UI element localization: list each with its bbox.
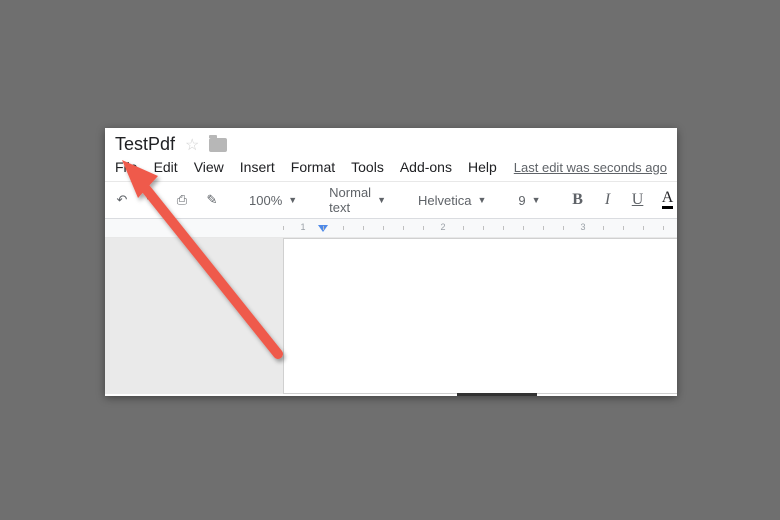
chevron-down-icon: ▼ — [477, 195, 486, 205]
zoom-select[interactable]: 100% ▼ — [241, 186, 305, 214]
ruler-minor-tick — [363, 226, 364, 230]
ruler-minor-tick — [483, 226, 484, 230]
font-size-value: 9 — [518, 193, 525, 208]
ruler-minor-tick — [423, 226, 424, 230]
ruler[interactable]: 1 2 3 — [105, 219, 677, 238]
font-select[interactable]: Helvetica ▼ — [410, 186, 494, 214]
text-color-icon: A — [662, 191, 674, 209]
ruler-minor-tick — [463, 226, 464, 230]
text-color-button[interactable]: A — [655, 186, 677, 214]
menu-addons[interactable]: Add-ons — [400, 159, 452, 175]
folder-icon[interactable] — [209, 138, 227, 152]
italic-button[interactable]: I — [595, 186, 621, 214]
ruler-tick: 1 — [300, 222, 305, 232]
ruler-minor-tick — [543, 226, 544, 230]
menu-help[interactable]: Help — [468, 159, 497, 175]
print-button[interactable]: ⎙ — [169, 186, 195, 214]
page-indicator — [457, 393, 537, 396]
page-canvas[interactable] — [283, 238, 677, 394]
ruler-minor-tick — [403, 226, 404, 230]
toolbar: ↶ ↷ ⎙ ✎ 100% ▼ Normal text ▼ Helvetica ▼… — [105, 182, 677, 219]
ruler-minor-tick — [663, 226, 664, 230]
style-value: Normal text — [329, 185, 371, 215]
ruler-minor-tick — [563, 226, 564, 230]
menu-file[interactable]: File — [115, 159, 138, 175]
ruler-tick: 3 — [580, 222, 585, 232]
ruler-scale: 1 2 3 — [283, 219, 677, 237]
ruler-minor-tick — [603, 226, 604, 230]
bold-button[interactable]: B — [565, 186, 591, 214]
ruler-minor-tick — [643, 226, 644, 230]
font-value: Helvetica — [418, 193, 471, 208]
menu-bar: File Edit View Insert Format Tools Add-o… — [105, 157, 677, 182]
chevron-down-icon: ▼ — [532, 195, 541, 205]
menu-edit[interactable]: Edit — [154, 159, 178, 175]
star-icon[interactable]: ☆ — [185, 135, 199, 155]
menu-format[interactable]: Format — [291, 159, 335, 175]
paragraph-style-select[interactable]: Normal text ▼ — [321, 186, 394, 214]
redo-button[interactable]: ↷ — [139, 186, 165, 214]
ruler-minor-tick — [523, 226, 524, 230]
chevron-down-icon: ▼ — [288, 195, 297, 205]
ruler-minor-tick — [623, 226, 624, 230]
font-size-select[interactable]: 9 ▼ — [510, 186, 548, 214]
ruler-minor-tick — [383, 226, 384, 230]
paint-format-button[interactable]: ✎ — [199, 186, 225, 214]
ruler-minor-tick — [283, 226, 284, 230]
ruler-minor-tick — [503, 226, 504, 230]
document-title[interactable]: TestPdf — [115, 134, 175, 155]
ruler-tick: 2 — [440, 222, 445, 232]
undo-button[interactable]: ↶ — [109, 186, 135, 214]
underline-button[interactable]: U — [625, 186, 651, 214]
menu-tools[interactable]: Tools — [351, 159, 384, 175]
last-edit-link[interactable]: Last edit was seconds ago — [514, 160, 667, 175]
document-area — [105, 238, 677, 394]
ruler-minor-tick — [323, 226, 324, 230]
title-row: TestPdf ☆ — [105, 128, 677, 157]
zoom-value: 100% — [249, 193, 282, 208]
menu-insert[interactable]: Insert — [240, 159, 275, 175]
left-gutter — [105, 238, 283, 394]
menu-view[interactable]: View — [194, 159, 224, 175]
ruler-minor-tick — [343, 226, 344, 230]
docs-window: TestPdf ☆ File Edit View Insert Format T… — [105, 128, 677, 396]
chevron-down-icon: ▼ — [377, 195, 386, 205]
